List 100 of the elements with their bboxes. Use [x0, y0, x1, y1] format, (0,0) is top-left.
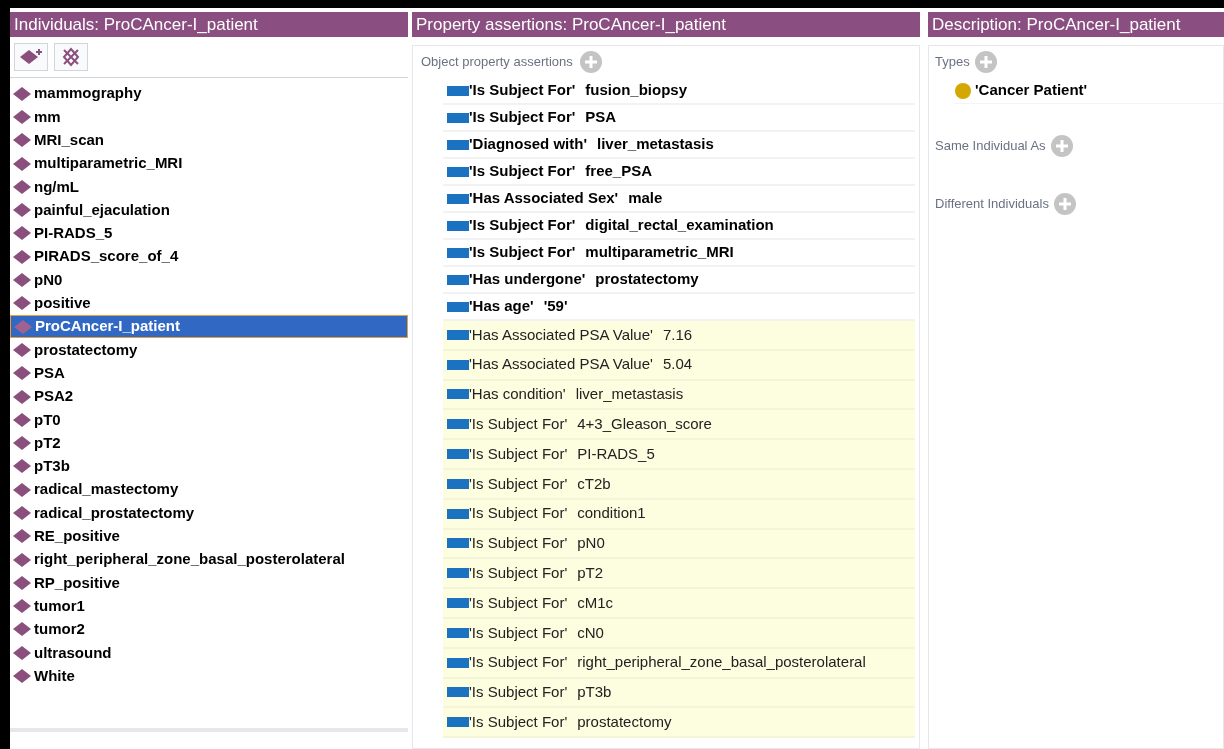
- property-value: prostatectomy: [577, 712, 672, 732]
- property-icon: [447, 389, 469, 400]
- diamond-icon: [12, 248, 32, 265]
- individual-item[interactable]: PIRADS_score_of_4: [10, 245, 408, 269]
- add-icon[interactable]: [973, 50, 998, 74]
- property-icon: [447, 274, 469, 285]
- assertion-row[interactable]: 'Has Associated PSA Value' 7.16: [443, 321, 915, 351]
- property-value: pT2: [577, 563, 604, 583]
- diamond-icon: [12, 388, 32, 405]
- individual-item[interactable]: pN0: [10, 268, 408, 292]
- individual-item[interactable]: RE_positive: [10, 524, 408, 548]
- property-value: pT3b: [577, 682, 612, 703]
- assertion-row[interactable]: 'Is Subject For' pT2: [443, 559, 915, 590]
- property-value: liver_metastasis: [575, 384, 684, 405]
- property-icon: [447, 538, 469, 549]
- individual-item[interactable]: painful_ejaculation: [10, 198, 408, 222]
- property-name: 'Is Subject For': [469, 592, 568, 613]
- add-icon[interactable]: [1049, 134, 1074, 158]
- add-icon[interactable]: [1052, 192, 1077, 216]
- individual-item[interactable]: MRI_scan: [10, 128, 408, 152]
- property-name: 'Is Subject For': [469, 107, 576, 128]
- individual-item[interactable]: pT2: [10, 431, 408, 455]
- property-name: 'Is Subject For': [469, 215, 576, 236]
- assertion-row[interactable]: 'Is Subject For' pT3b: [443, 678, 915, 709]
- property-name: 'Is Subject For': [469, 473, 568, 494]
- assertion-row[interactable]: 'Is Subject For' cM1c: [443, 589, 915, 619]
- individual-item[interactable]: ultrasound: [10, 641, 408, 665]
- diamond-icon: [12, 505, 32, 521]
- individual-item[interactable]: radical_prostatectomy: [10, 501, 408, 525]
- diamond-icon: [12, 108, 32, 125]
- individual-item[interactable]: mm: [10, 105, 408, 129]
- class-icon: [955, 82, 971, 99]
- diamond-icon: [12, 668, 32, 685]
- individual-item[interactable]: right_peripheral_zone_basal_posterolateral: [10, 547, 408, 572]
- diamond-icon: [12, 132, 32, 149]
- individual-item[interactable]: ng/mL: [10, 175, 408, 199]
- property-value: male: [628, 188, 663, 209]
- assertion-row[interactable]: 'Has Associated PSA Value' 5.04: [443, 350, 915, 381]
- assertion-row[interactable]: 'Is Subject For' PI-RADS_5: [443, 440, 915, 470]
- assertion-row[interactable]: 'Is Subject For' cT2b: [443, 470, 915, 500]
- individual-item[interactable]: multiparametric_MRI: [10, 151, 408, 176]
- property-value: PI-RADS_5: [577, 443, 655, 464]
- diamond-icon: [12, 272, 32, 288]
- property-name: 'Is Subject For': [469, 80, 576, 101]
- panel-header: Individuals: ProCAncer-I_patient: [10, 12, 408, 37]
- property-name: 'Has Associated PSA Value': [469, 354, 653, 375]
- add-icon[interactable]: [578, 50, 603, 74]
- property-icon: [447, 478, 469, 489]
- individual-item[interactable]: positive: [10, 291, 408, 315]
- assertion-row[interactable]: 'Is Subject For' right_peripheral_zone_basal_posterolateral: [443, 648, 915, 679]
- property-icon: [447, 449, 469, 460]
- property-name: 'Is Subject For': [469, 682, 568, 703]
- section-label: Same Individual As: [935, 137, 1046, 156]
- assertion-row[interactable]: 'Is Subject For' 4+3_Gleason_score: [443, 410, 915, 441]
- property-name: 'Is Subject For': [469, 712, 568, 732]
- assertion-row[interactable]: 'Has condition' liver_metastasis: [443, 380, 915, 411]
- property-value: pN0: [577, 533, 605, 554]
- individual-item[interactable]: PSA: [10, 361, 408, 385]
- assertion-row[interactable]: 'Is Subject For' prostatectomy: [443, 708, 915, 739]
- diamond-plus-icon: [18, 47, 44, 67]
- add-individual-button[interactable]: [14, 43, 48, 71]
- assertion-row[interactable]: 'Is Subject For' condition1: [443, 499, 915, 530]
- property-icon: [447, 598, 469, 609]
- delete-individual-button[interactable]: [54, 43, 88, 71]
- panel-header: Description: ProCAncer-I_patient: [928, 12, 1224, 37]
- individual-item[interactable]: mammography: [10, 82, 408, 106]
- individual-item[interactable]: White: [10, 664, 408, 688]
- property-name: 'Has age': [469, 296, 534, 317]
- property-value: PSA: [585, 107, 617, 128]
- individual-item[interactable]: tumor2: [10, 617, 408, 642]
- diamond-icon: [12, 202, 32, 219]
- diamond-icon: [12, 644, 32, 661]
- property-icon: [447, 687, 469, 698]
- property-name: 'Has condition': [469, 384, 566, 405]
- assertion-row[interactable]: 'Is Subject For' pN0: [443, 529, 915, 560]
- property-name: 'Is Subject For': [469, 563, 568, 583]
- property-name: 'Is Subject For': [469, 414, 568, 435]
- individual-item[interactable]: PSA2: [10, 384, 408, 409]
- individual-item[interactable]: PI-RADS_5: [10, 221, 408, 246]
- diamond-icon: [12, 458, 32, 475]
- assertion-row[interactable]: 'Is Subject For' cN0: [443, 618, 915, 649]
- individual-item[interactable]: pT0: [10, 408, 408, 432]
- individual-item[interactable]: tumor1: [10, 594, 408, 618]
- property-value: right_peripheral_zone_basal_posterolateral: [577, 652, 866, 673]
- property-name: 'Has undergone': [469, 269, 586, 290]
- individual-item[interactable]: pT3b: [10, 454, 408, 479]
- individual-item[interactable]: prostatectomy: [10, 338, 408, 362]
- property-value: prostatectomy: [595, 269, 699, 290]
- type-row[interactable]: 'Cancer Patient': [955, 78, 1223, 104]
- property-name: 'Is Subject For': [469, 533, 568, 554]
- individual-item[interactable]: ProCAncer-I_patient: [10, 314, 408, 339]
- property-value: fusion_biopsy: [585, 80, 687, 101]
- property-name: 'Diagnosed with': [469, 134, 587, 155]
- property-value: 7.16: [662, 324, 693, 345]
- individual-item[interactable]: RP_positive: [10, 571, 408, 595]
- diamond-icon: [12, 85, 32, 102]
- individual-item[interactable]: radical_mastectomy: [10, 478, 408, 502]
- property-value: digital_rectal_examination: [585, 215, 774, 236]
- diamond-icon: [12, 621, 32, 638]
- property-value: multiparametric_MRI: [585, 242, 734, 263]
